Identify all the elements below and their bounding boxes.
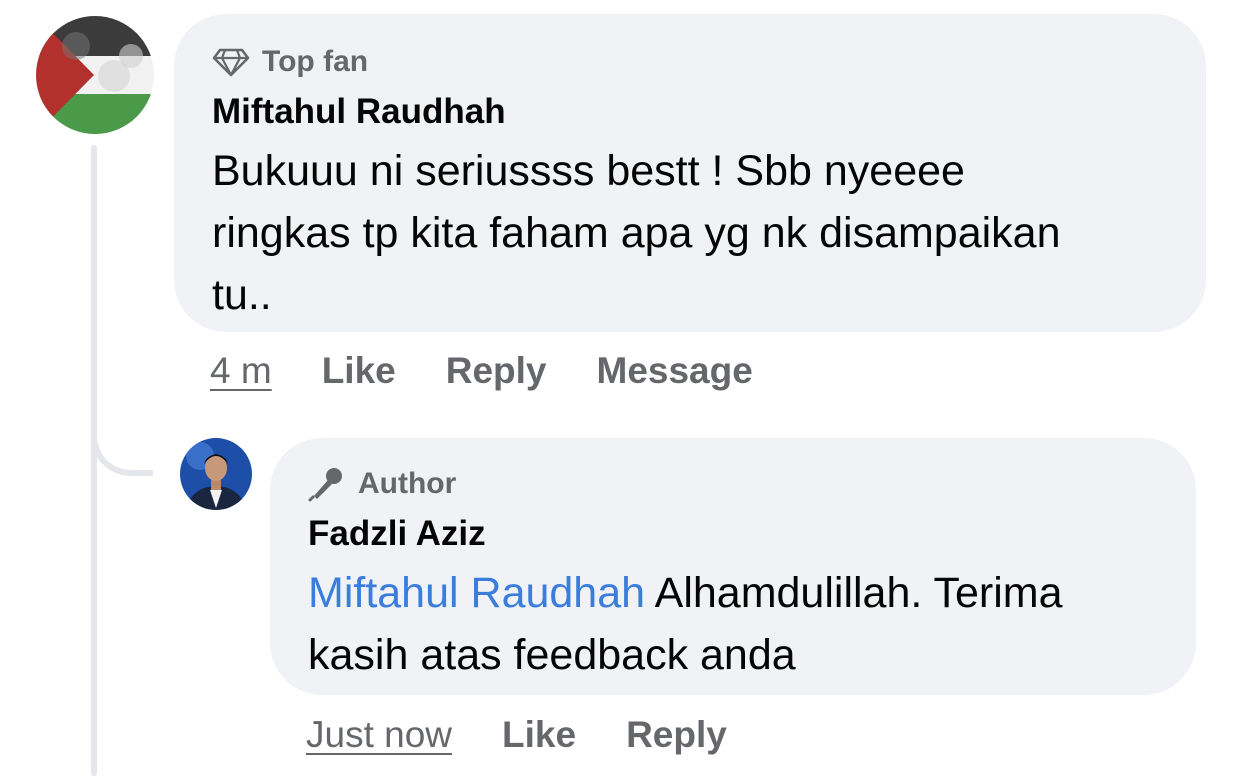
like-button[interactable]: Like [322,350,396,392]
reply-bubble: Author Fadzli Aziz Miftahul Raudhah Alha… [270,438,1196,695]
reply-text-line: Miftahul Raudhah Alhamdulillah. Terima [308,562,1160,624]
badge-label: Author [358,467,457,500]
comment-text-line: ringkas tp kita faham apa yg nk disampai… [212,209,1061,257]
like-button[interactable]: Like [502,714,576,756]
reply-author[interactable]: Fadzli Aziz [308,512,1160,556]
avatar-image [36,16,154,134]
badge-label: Top fan [262,45,369,78]
reply-button[interactable]: Reply [446,350,547,392]
avatar-image [180,438,252,510]
top-fan-badge[interactable]: Top fan [212,44,1170,80]
reply-text-fragment: Alhamdulillah. Terima [645,569,1063,617]
timestamp-link[interactable]: 4 m [210,350,272,392]
avatar[interactable] [36,16,154,134]
author-badge[interactable]: Author [308,466,1160,502]
comment-bubble: Top fan Miftahul Raudhah Bukuuu ni seriu… [174,14,1206,332]
comment-text: Bukuuu ni seriussss bestt ! Sbb nyeeee r… [212,140,1170,326]
mention-link[interactable]: Miftahul Raudhah [308,569,645,617]
reply-actions: Just now Like Reply [306,714,777,756]
reply-text: Miftahul Raudhah Alhamdulillah. Terima k… [308,562,1160,686]
comment-actions: 4 m Like Reply Message [210,350,803,392]
reply-button[interactable]: Reply [626,714,727,756]
timestamp-link[interactable]: Just now [306,714,452,756]
reply-text-line: kasih atas feedback anda [308,631,796,679]
microphone-icon [308,468,342,502]
comment-text-line: Bukuuu ni seriussss bestt ! Sbb nyeeee [212,147,965,195]
comment-text-line: tu.. [212,271,272,319]
thread-line [91,145,97,776]
diamond-icon [212,48,250,77]
reply-avatar[interactable] [180,438,252,510]
message-button[interactable]: Message [597,350,753,392]
comment-thread: Top fan Miftahul Raudhah Bukuuu ni seriu… [0,0,1242,776]
thread-connector [91,400,153,476]
comment-author[interactable]: Miftahul Raudhah [212,90,1170,134]
